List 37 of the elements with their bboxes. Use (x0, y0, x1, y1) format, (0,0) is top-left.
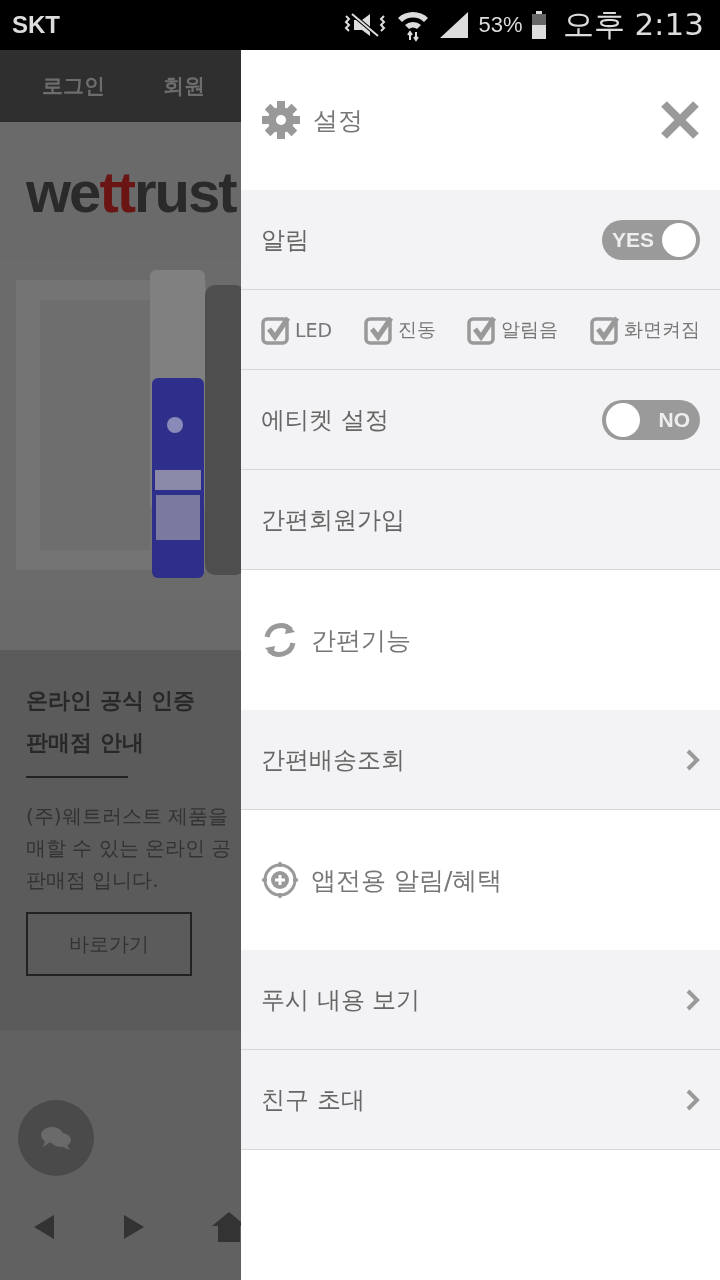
carrier-name: SKT (12, 11, 60, 39)
checkbox[interactable] (467, 314, 498, 345)
toggle-switch[interactable]: YES (602, 219, 700, 260)
checkbox[interactable] (589, 314, 620, 345)
section-title: 앱전용 알림/혜택 (311, 864, 503, 897)
chevron-icon (686, 748, 700, 771)
chat-icon (39, 1125, 73, 1151)
menu-item[interactable]: 푸시 내용 보기 (241, 950, 720, 1050)
checkbox-option[interactable]: 진동 (363, 314, 436, 345)
nav-link[interactable]: 로그인 (42, 72, 105, 100)
target-plus-icon (261, 861, 299, 899)
menu-item[interactable]: 간편회원가입 (241, 470, 720, 570)
menu-item[interactable]: 간편배송조회 (241, 710, 720, 810)
checkbox-option[interactable]: 알림음 (467, 314, 559, 345)
setting-label: 에티켓 설정 (261, 404, 389, 436)
settings-icon (261, 100, 301, 140)
home-icon[interactable] (212, 1210, 241, 1244)
drawer-title: 설정 (313, 104, 364, 137)
checkbox[interactable] (363, 314, 394, 345)
checkbox[interactable] (261, 314, 291, 345)
section-title: 간편기능 (311, 624, 411, 657)
logo: wettrust (25, 157, 238, 226)
nav-link[interactable]: 회원 (163, 72, 205, 100)
signal-icon (438, 10, 471, 40)
battery-icon (530, 10, 547, 40)
chevron-icon (686, 988, 700, 1011)
setting-label: 알림 (261, 224, 309, 256)
back-icon[interactable] (32, 1213, 56, 1241)
checkbox-option[interactable]: LED (261, 314, 333, 345)
battery-level: 53% (478, 12, 523, 38)
close-icon[interactable] (660, 100, 700, 140)
toggle-switch[interactable]: NO (602, 399, 700, 440)
clock: 오후 2:13 (562, 5, 704, 44)
menu-item[interactable]: 친구 초대 (241, 1050, 720, 1150)
forward-icon[interactable] (122, 1213, 146, 1241)
checkbox-option[interactable]: 화면켜짐 (589, 314, 700, 345)
chevron-icon (686, 1088, 700, 1111)
